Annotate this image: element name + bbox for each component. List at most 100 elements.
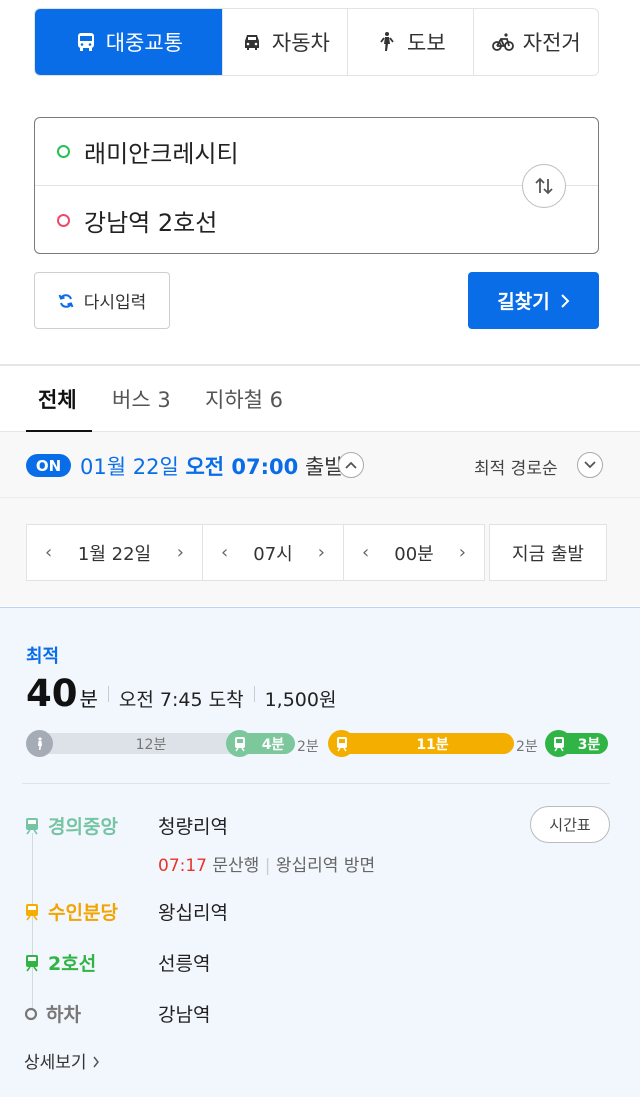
bicycle-icon <box>491 33 514 51</box>
route-timeline: 12분 4분 2분 11분 2분 3분 <box>26 730 608 758</box>
time-selector-area: ‹ 1월 22일 › ‹ 07시 › ‹ 00분 › 지금 출발 <box>0 498 640 606</box>
hour-value: 07시 <box>253 543 293 565</box>
step-detail: 07:17 문산행 | 왕십리역 방면 <box>158 851 375 876</box>
destination-dot-icon <box>57 213 70 227</box>
prev-hour-button[interactable]: ‹ <box>221 542 228 563</box>
prev-date-button[interactable]: ‹ <box>45 542 52 563</box>
mode-label: 자전거 <box>522 31 581 55</box>
separator <box>253 685 255 702</box>
timeline-suin-segment: 11분 <box>331 733 514 754</box>
next-hour-button[interactable]: › <box>318 542 325 563</box>
duration-value: 40 <box>26 672 78 715</box>
leg3-duration: 3분 <box>577 736 601 753</box>
tab-subway[interactable]: 지하철 6 <box>205 384 283 414</box>
walk-duration: 12분 <box>135 736 167 753</box>
mode-tab-bicycle[interactable]: 자전거 <box>472 9 598 75</box>
bus-icon <box>77 33 94 51</box>
prev-minute-button[interactable]: ‹ <box>362 542 369 563</box>
reset-label: 다시입력 <box>83 293 147 313</box>
train-icon <box>26 817 38 834</box>
duration-unit: 분 <box>79 687 98 711</box>
find-route-label: 길찾기 <box>497 291 550 313</box>
destination-value: 강남역 2호선 <box>84 208 218 237</box>
step-alight: 하차 <box>24 1000 81 1027</box>
details-link-label: 상세보기 <box>24 1053 87 1073</box>
timetable-button[interactable]: 시간표 <box>530 806 610 843</box>
departure-time: 오전 07:00 <box>185 455 299 479</box>
collapse-button[interactable] <box>338 452 364 478</box>
details-link[interactable]: 상세보기 <box>24 1048 100 1073</box>
train-direction: 문산행 <box>212 856 260 876</box>
car-icon <box>244 35 259 50</box>
departure-text: 01월 22일 오전 07:00 출발 <box>80 451 344 481</box>
minute-value: 00분 <box>394 543 434 565</box>
train-icon <box>26 954 38 971</box>
step-station: 왕십리역 <box>158 902 228 924</box>
refresh-icon <box>58 293 74 308</box>
hour-selector: ‹ 07시 › <box>202 524 344 581</box>
train-icon <box>328 730 355 757</box>
swap-arrows-icon <box>535 177 553 195</box>
on-badge[interactable]: ON <box>26 454 71 477</box>
leg2-duration: 11분 <box>416 736 449 753</box>
train-icon <box>26 903 38 920</box>
transfer-gap-2: 2분 <box>516 739 538 755</box>
route-search-box: 래미안크레시티 강남역 2호선 <box>34 117 599 254</box>
sort-label[interactable]: 최적 경로순 <box>474 454 558 479</box>
step-station: 강남역 <box>158 1004 211 1026</box>
arrival-time: 오전 7:45 도착 <box>118 689 244 711</box>
best-route-badge: 최적 <box>26 646 60 667</box>
transfer-gap-1: 2분 <box>297 739 319 755</box>
card-divider <box>22 783 610 784</box>
step-gyeongui: 경의중앙 <box>24 812 118 839</box>
mode-label: 대중교통 <box>105 31 183 55</box>
route-card[interactable]: 최적 40 분 오전 7:45 도착 1,500원 12분 4분 2분 11분 … <box>0 607 640 1097</box>
step-station: 선릉역 <box>158 953 211 975</box>
tab-all[interactable]: 전체 <box>38 384 77 414</box>
minute-selector: ‹ 00분 › <box>343 524 485 581</box>
chevron-down-icon <box>584 461 596 469</box>
origin-dot-icon <box>57 145 70 158</box>
platform-direction: 왕십리역 방면 <box>275 856 376 876</box>
timeline-walk-segment: 12분 <box>28 733 246 754</box>
next-date-button[interactable]: › <box>177 542 184 563</box>
next-train-time: 07:17 <box>158 856 207 876</box>
result-tabs: 전체 버스 3 지하철 6 <box>0 366 640 432</box>
fare: 1,500원 <box>264 689 337 711</box>
alight-circle-icon <box>24 1007 38 1020</box>
leg1-duration: 4분 <box>261 736 285 753</box>
departure-date: 01월 22일 <box>80 455 179 479</box>
chevron-right-icon <box>561 293 570 308</box>
chevron-right-icon <box>93 1056 99 1068</box>
chevron-up-icon <box>345 461 357 469</box>
step-line-name: 경의중앙 <box>48 816 118 838</box>
next-minute-button[interactable]: › <box>459 542 466 563</box>
tab-bus[interactable]: 버스 3 <box>112 384 171 414</box>
train-icon <box>226 730 253 757</box>
step-line-name: 2호선 <box>48 953 97 975</box>
mode-tab-car[interactable]: 자동차 <box>221 9 347 75</box>
walk-icon <box>26 730 53 757</box>
swap-button[interactable] <box>522 164 566 208</box>
step-line-name: 하차 <box>46 1004 81 1026</box>
route-summary: 40 분 오전 7:45 도착 1,500원 <box>26 672 336 715</box>
sort-dropdown-button[interactable] <box>577 452 603 478</box>
mode-label: 자동차 <box>271 31 330 55</box>
train-icon <box>545 730 572 757</box>
departure-bar: ON 01월 22일 오전 07:00 출발 최적 경로순 <box>0 432 640 498</box>
step-line-name: 수인분당 <box>48 902 118 924</box>
step-suin: 수인분당 <box>24 898 118 925</box>
destination-field[interactable]: 강남역 2호선 <box>35 186 598 254</box>
origin-field[interactable]: 래미안크레시티 <box>35 118 598 186</box>
separator <box>107 685 109 702</box>
separator: | <box>264 856 271 876</box>
date-selector: ‹ 1월 22일 › <box>26 524 203 581</box>
mode-tab-transit[interactable]: 대중교통 <box>35 9 222 75</box>
step-line2: 2호선 <box>24 949 96 976</box>
find-route-button[interactable]: 길찾기 <box>468 272 599 329</box>
origin-value: 래미안크레시티 <box>84 140 239 168</box>
reset-button[interactable]: 다시입력 <box>34 272 170 329</box>
mode-label: 도보 <box>407 31 446 55</box>
mode-tab-walk[interactable]: 도보 <box>347 9 472 75</box>
depart-now-button[interactable]: 지금 출발 <box>489 524 607 581</box>
